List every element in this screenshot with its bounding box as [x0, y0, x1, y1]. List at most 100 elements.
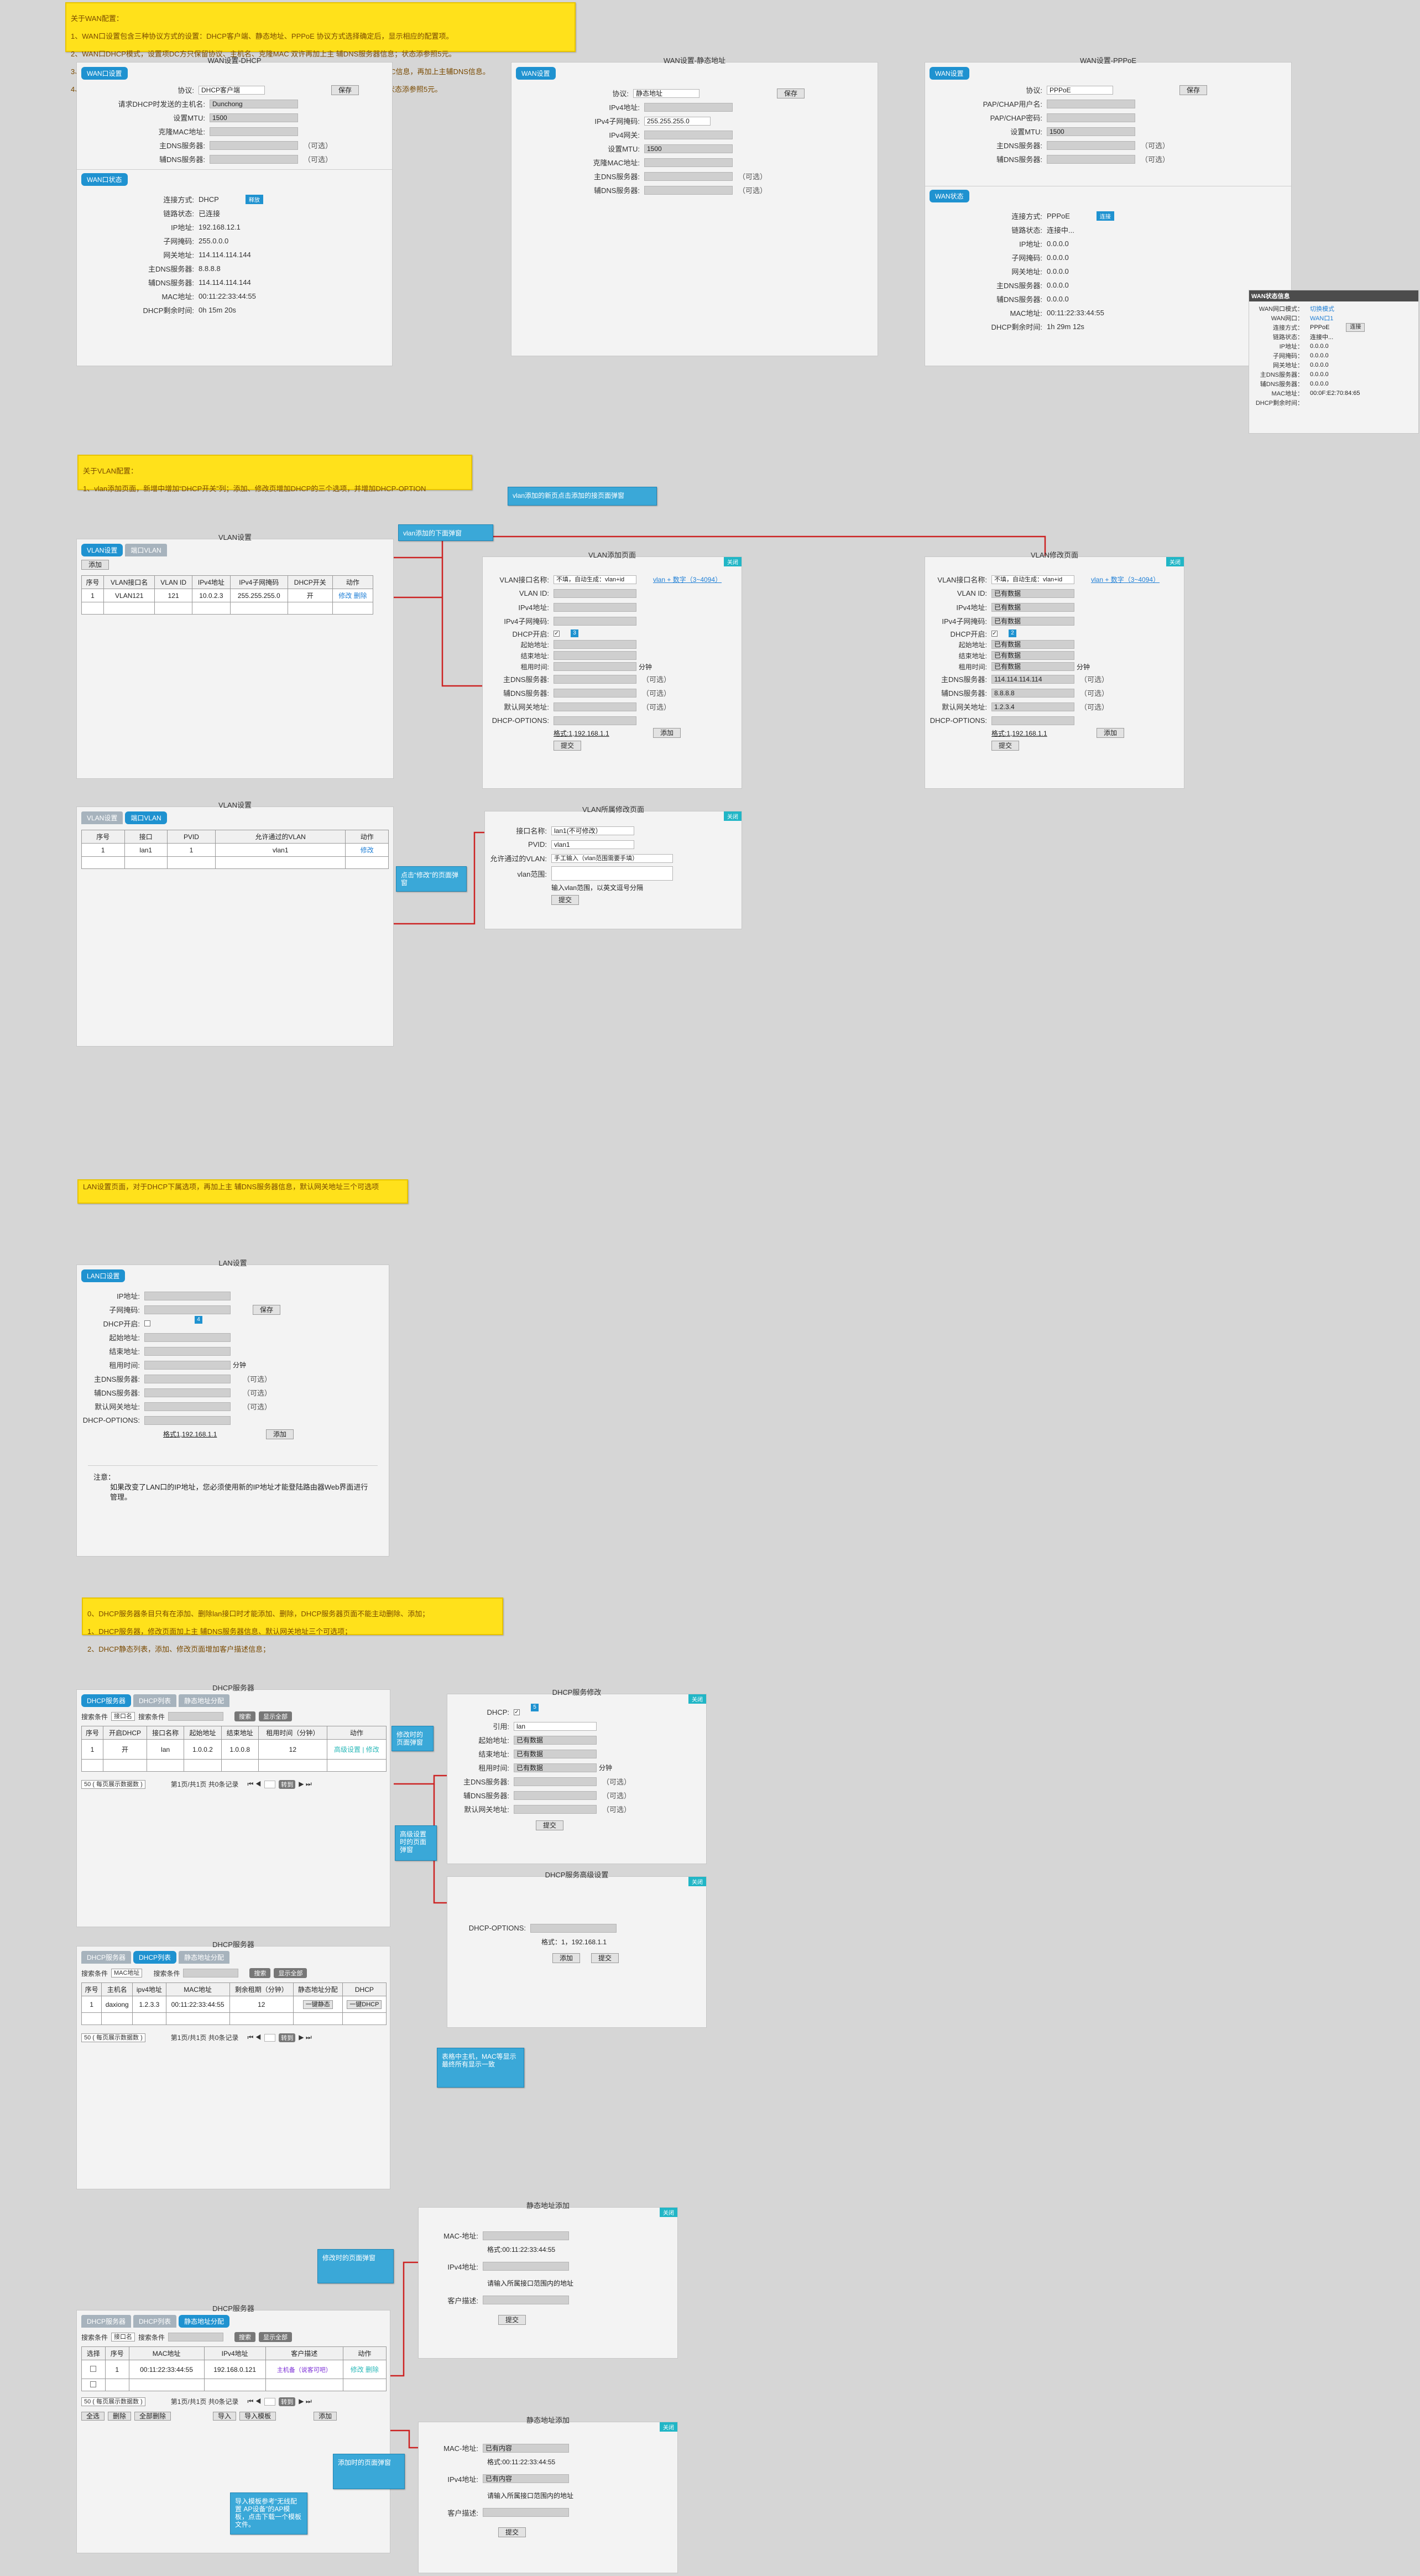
gateway-input[interactable]: 1.2.3.4 [991, 702, 1074, 711]
ip-input[interactable] [144, 1291, 231, 1300]
submit-button[interactable]: 提交 [498, 2527, 526, 2537]
mtu-input[interactable]: 1500 [1047, 127, 1135, 136]
search-input[interactable] [168, 1712, 224, 1721]
save-button[interactable]: 保存 [1179, 85, 1208, 95]
range-input[interactable] [551, 866, 673, 881]
save-button[interactable]: 保存 [331, 85, 359, 95]
page-number-input[interactable] [264, 2033, 276, 2042]
go-button[interactable]: 转到 [279, 2397, 296, 2406]
description-input[interactable] [483, 2296, 569, 2304]
dns1-input[interactable]: 114.114.114.114 [991, 674, 1074, 684]
dns2-input[interactable] [554, 688, 636, 698]
gateway-input[interactable] [644, 130, 733, 139]
tab-vlan-settings[interactable]: VLAN设置 [81, 811, 123, 824]
import-button[interactable]: 导入 [213, 2412, 237, 2421]
name-input[interactable]: 不填，自动生成：vlan+id [991, 575, 1074, 584]
vlan-id-input[interactable]: 已有数据 [991, 589, 1074, 598]
search-button[interactable]: 搜索 [249, 1968, 271, 1978]
hostname-input[interactable]: Dunchong [210, 99, 298, 108]
mask-select[interactable]: 255.255.255.0 [644, 116, 711, 126]
save-button[interactable]: 保存 [253, 1304, 281, 1315]
allow-select[interactable]: 手工输入（vlan范围需要手填） [551, 854, 673, 863]
tab-static-address[interactable]: 静态地址分配 [179, 1951, 230, 1964]
delete-button[interactable]: 删除 [108, 2412, 132, 2421]
password-input[interactable] [1047, 113, 1135, 122]
wan-port-link[interactable]: WAN口1 [1310, 314, 1333, 322]
tab-dhcp-list[interactable]: DHCP列表 [133, 1694, 177, 1707]
mac-input[interactable] [483, 2231, 569, 2240]
protocol-select[interactable]: PPPoE [1047, 85, 1113, 95]
mac-input[interactable]: 已有内容 [483, 2443, 569, 2453]
tab-port-vlan[interactable]: 端口VLAN [125, 544, 167, 556]
pvid-select[interactable]: vlan1 [551, 840, 634, 849]
mask-input[interactable] [554, 616, 636, 626]
pager-nav-icon[interactable]: ⏮ ◀ [247, 1780, 261, 1788]
select-all-button[interactable]: 全选 [81, 2412, 105, 2421]
options-input[interactable] [530, 1923, 617, 1933]
page-size-select[interactable]: 50 ( 每页展示数据数 ) [81, 2033, 145, 2042]
mask-input[interactable]: 已有数据 [991, 616, 1074, 626]
show-all-button[interactable]: 显示全部 [274, 1968, 307, 1978]
row-checkbox[interactable] [90, 2365, 97, 2372]
row-checkbox[interactable] [90, 2381, 97, 2387]
connect-button[interactable]: 连接 [1346, 322, 1365, 332]
page-size-select[interactable]: 50 ( 每页展示数据数 ) [81, 1779, 145, 1789]
dns2-input[interactable] [644, 185, 733, 195]
submit-button[interactable]: 提交 [498, 2315, 526, 2325]
add-option-button[interactable]: 添加 [552, 1953, 581, 1963]
tab-port-vlan[interactable]: 端口VLAN [125, 811, 167, 824]
clone-mac-input[interactable] [210, 127, 298, 136]
dns2-input[interactable]: 8.8.8.8 [991, 688, 1074, 698]
search-field-select[interactable]: 接口名 [111, 1712, 135, 1721]
tab-dhcp-server[interactable]: DHCP服务器 [81, 2315, 132, 2328]
pager-nav-icon[interactable]: ▶ ⏭ [299, 1780, 311, 1788]
tab-dhcp-list[interactable]: DHCP列表 [133, 1951, 177, 1964]
dhcp-checkbox[interactable]: ✓ [554, 630, 560, 637]
username-input[interactable] [1047, 99, 1135, 108]
dns1-input[interactable] [1047, 140, 1135, 150]
one-click-static-button[interactable]: 一键静态 [302, 2000, 333, 2009]
options-input[interactable] [554, 716, 636, 725]
search-field-select[interactable]: 接口名 [111, 2333, 135, 2341]
submit-button[interactable]: 提交 [591, 1953, 619, 1963]
tab-wan-settings[interactable]: WAN设置 [930, 67, 969, 80]
lease-input[interactable]: 已有数据 [991, 662, 1074, 671]
protocol-select[interactable]: DHCP客户端 [199, 85, 265, 95]
close-button[interactable]: 关闭 [660, 2208, 677, 2217]
vlan-id-input[interactable] [554, 589, 636, 598]
show-all-button[interactable]: 显示全部 [259, 1711, 293, 1721]
go-button[interactable]: 转到 [279, 1779, 296, 1789]
close-button[interactable]: 关闭 [660, 2422, 677, 2432]
page-number-input[interactable] [264, 1780, 276, 1788]
add-button[interactable]: 添加 [81, 560, 109, 570]
end-input[interactable]: 已有数据 [991, 651, 1074, 660]
dns1-input[interactable] [210, 140, 298, 150]
submit-button[interactable]: 提交 [554, 740, 582, 751]
tab-wan-status[interactable]: WAN状态 [930, 190, 969, 202]
start-input[interactable] [144, 1333, 231, 1342]
mask-input[interactable] [144, 1305, 231, 1314]
end-input[interactable] [554, 651, 636, 660]
connect-button[interactable]: 连接 [1096, 211, 1114, 221]
ipv4-input[interactable]: 已有数据 [991, 602, 1074, 612]
mtu-input[interactable]: 1500 [210, 113, 298, 122]
dns1-input[interactable] [554, 674, 636, 684]
dns1-input[interactable] [514, 1777, 597, 1786]
release-button[interactable]: 释放 [245, 195, 263, 204]
one-click-dhcp-button[interactable]: 一键DHCP [347, 2000, 382, 2009]
name-input[interactable]: 不填，自动生成：vlan+id [554, 575, 636, 584]
lease-input[interactable]: 已有数据 [514, 1763, 597, 1772]
search-input[interactable] [183, 1969, 239, 1977]
dhcp-checkbox[interactable] [144, 1320, 150, 1326]
ipv4-input[interactable] [483, 2262, 569, 2271]
dns2-input[interactable] [514, 1791, 597, 1800]
close-button[interactable]: 关闭 [724, 557, 742, 566]
pager-nav-icon[interactable]: ⏮ ◀ [247, 2033, 261, 2042]
dns2-input[interactable] [144, 1388, 231, 1397]
close-button[interactable]: 关闭 [688, 1694, 706, 1704]
mtu-input[interactable]: 1500 [644, 144, 733, 153]
add-button[interactable]: 添加 [314, 2412, 337, 2421]
protocol-select[interactable]: 静态地址 [633, 89, 699, 98]
tab-dhcp-server[interactable]: DHCP服务器 [81, 1694, 132, 1707]
tab-dhcp-server[interactable]: DHCP服务器 [81, 1951, 132, 1964]
